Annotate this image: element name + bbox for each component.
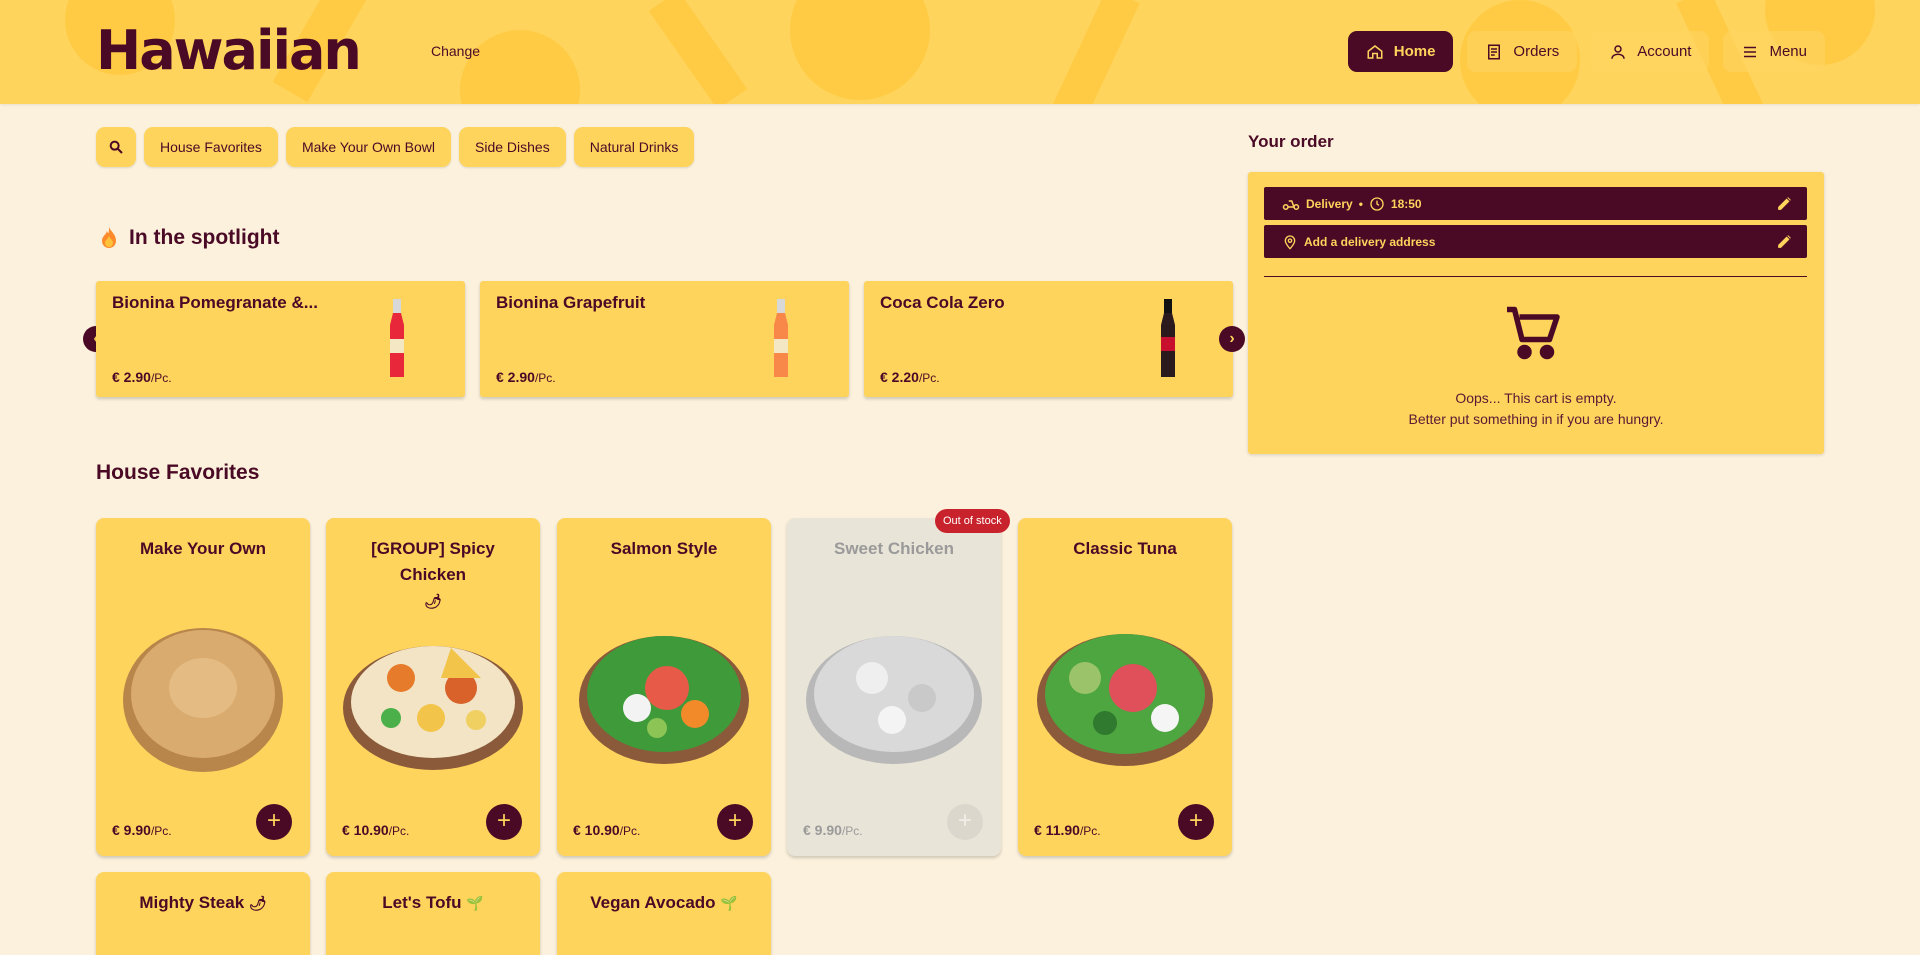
brand-name: Hawaiian <box>96 18 362 82</box>
top-header: Hawaiian Change Home Orders Account Menu <box>0 0 1920 104</box>
pencil-icon[interactable] <box>1776 233 1793 250</box>
product-name: Sweet Chicken <box>834 539 954 558</box>
product-name: [GROUP] Spicy Chicken 🌶 <box>371 539 495 609</box>
chip-house-favorites[interactable]: House Favorites <box>144 127 278 167</box>
product-card[interactable]: Salmon Style € 10.90/Pc. + <box>557 518 771 856</box>
spotlight-card[interactable]: Coca Cola Zero € 2.20/Pc. <box>864 281 1233 397</box>
product-name: Classic Tuna <box>1073 539 1177 558</box>
product-card[interactable]: Mighty Steak 🌶 <box>96 872 310 955</box>
nav-account-label: Account <box>1637 43 1692 60</box>
spotlight-next-button[interactable]: › <box>1219 326 1245 352</box>
brand-logo[interactable]: Hawaiian <box>96 19 362 82</box>
spotlight-card[interactable]: Bionina Grapefruit € 2.90/Pc. <box>480 281 849 397</box>
spotlight-item-price: € 2.90/Pc. <box>112 369 172 385</box>
delivery-time: 18:50 <box>1390 196 1422 211</box>
spotlight-item-price: € 2.90/Pc. <box>496 369 556 385</box>
home-icon <box>1367 44 1383 59</box>
spotlight-item-name: Bionina Pomegranate &... <box>112 293 318 312</box>
product-price: € 10.90/Pc. <box>573 822 641 838</box>
empty-cart-line2: Better put something in if you are hungr… <box>1408 411 1664 427</box>
spotlight-title: In the spotlight <box>129 226 280 249</box>
scooter-icon <box>1282 199 1300 210</box>
product-card[interactable]: [GROUP] Spicy Chicken 🌶 € 10.90/Pc. + <box>326 518 540 856</box>
clock-icon <box>1370 196 1384 211</box>
hamburger-icon <box>1744 46 1757 57</box>
chevron-right-icon: › <box>1229 330 1235 347</box>
nav-orders-button[interactable]: Orders <box>1467 31 1578 72</box>
sprout-icon: 🌱 <box>466 895 484 911</box>
flame-icon <box>102 227 116 248</box>
shopping-cart-icon <box>1507 306 1560 360</box>
product-name: Salmon Style <box>610 539 718 558</box>
plus-icon: + <box>496 807 511 834</box>
nav-orders-label: Orders <box>1513 43 1560 60</box>
product-name: Make Your Own <box>140 539 266 558</box>
drink-bottle-image <box>774 299 788 377</box>
order-divider <box>1264 276 1807 277</box>
add-to-cart-button-disabled: + <box>947 804 983 840</box>
address-label: Add a delivery address <box>1304 234 1436 249</box>
delivery-label: Delivery <box>1306 196 1353 211</box>
nav-menu-label: Menu <box>1769 43 1807 60</box>
spotlight-card[interactable]: Bionina Pomegranate &... € 2.90/Pc. <box>96 281 465 397</box>
drink-bottle-image <box>390 299 404 377</box>
product-card[interactable]: Make Your Own € 9.90/Pc. + <box>96 518 310 856</box>
nav-home-button[interactable]: Home <box>1347 31 1454 72</box>
spotlight-item-name: Coca Cola Zero <box>880 293 1005 312</box>
product-price: € 9.90/Pc. <box>112 822 172 838</box>
poke-bowl-image <box>806 636 982 764</box>
pencil-icon[interactable] <box>1776 195 1793 212</box>
search-button[interactable] <box>96 127 136 167</box>
out-of-stock-badge: Out of stock <box>935 509 1010 533</box>
drink-bottle-image <box>1161 299 1175 377</box>
nav-home-label: Home <box>1393 43 1436 60</box>
location-pin-icon <box>1284 234 1296 250</box>
category-chips: House Favorites Make Your Own Bowl Side … <box>96 127 695 167</box>
chip-make-your-own-bowl[interactable]: Make Your Own Bowl <box>285 127 452 167</box>
product-card[interactable]: Let's Tofu 🌱 <box>326 872 540 955</box>
spotlight-item-name: Bionina Grapefruit <box>496 293 646 312</box>
nav-account-button[interactable]: Account <box>1591 31 1710 72</box>
plus-icon: + <box>957 807 972 834</box>
add-to-cart-button[interactable]: + <box>717 804 753 840</box>
poke-bowl-image <box>1037 634 1213 766</box>
product-price: € 11.90/Pc. <box>1034 822 1101 838</box>
your-order-title: Your order <box>1248 132 1334 151</box>
plus-icon: + <box>1188 807 1203 834</box>
delivery-address-bar[interactable]: Add a delivery address <box>1264 225 1807 258</box>
search-icon <box>109 140 123 154</box>
chili-icon: 🌶 <box>248 895 267 911</box>
sprout-icon: 🌱 <box>720 895 738 911</box>
house-favorites-title: House Favorites <box>96 461 260 484</box>
add-to-cart-button[interactable]: + <box>486 804 522 840</box>
poke-bowl-image <box>343 646 523 770</box>
change-location-link[interactable]: Change <box>431 43 480 59</box>
delivery-time-bar[interactable]: Delivery • 18:50 <box>1264 187 1807 220</box>
add-to-cart-button[interactable]: + <box>256 804 292 840</box>
product-card[interactable]: Sweet Chicken € 9.90/Pc. + <box>787 518 1001 856</box>
product-card[interactable]: Classic Tuna € 11.90/Pc. + <box>1018 518 1232 856</box>
order-panel: Delivery • 18:50 Add a delivery address … <box>1248 172 1824 454</box>
product-price: € 9.90/Pc. <box>803 822 863 838</box>
empty-cart-line1: Oops... This cart is empty. <box>1455 390 1617 406</box>
chip-side-dishes[interactable]: Side Dishes <box>459 127 566 167</box>
product-name: Vegan Avocado 🌱 <box>590 893 738 912</box>
plus-icon: + <box>266 807 281 834</box>
main-nav: Home Orders Account Menu <box>1347 31 1825 72</box>
user-icon <box>1611 44 1626 59</box>
spotlight-item-price: € 2.20/Pc. <box>880 369 940 385</box>
nav-menu-button[interactable]: Menu <box>1723 31 1825 72</box>
receipt-icon <box>1488 44 1501 59</box>
add-to-cart-button[interactable]: + <box>1178 804 1214 840</box>
product-name: Let's Tofu 🌱 <box>382 893 484 912</box>
poke-bowl-image <box>579 636 749 764</box>
product-price: € 10.90/Pc. <box>342 822 410 838</box>
product-card[interactable]: Vegan Avocado 🌱 <box>557 872 771 955</box>
plus-icon: + <box>727 807 742 834</box>
product-name: Mighty Steak 🌶 <box>139 893 267 912</box>
empty-bowl-image <box>123 628 283 772</box>
chili-icon: 🌶 <box>424 593 442 609</box>
chip-natural-drinks[interactable]: Natural Drinks <box>573 127 695 167</box>
separator-dot: • <box>1358 196 1363 211</box>
